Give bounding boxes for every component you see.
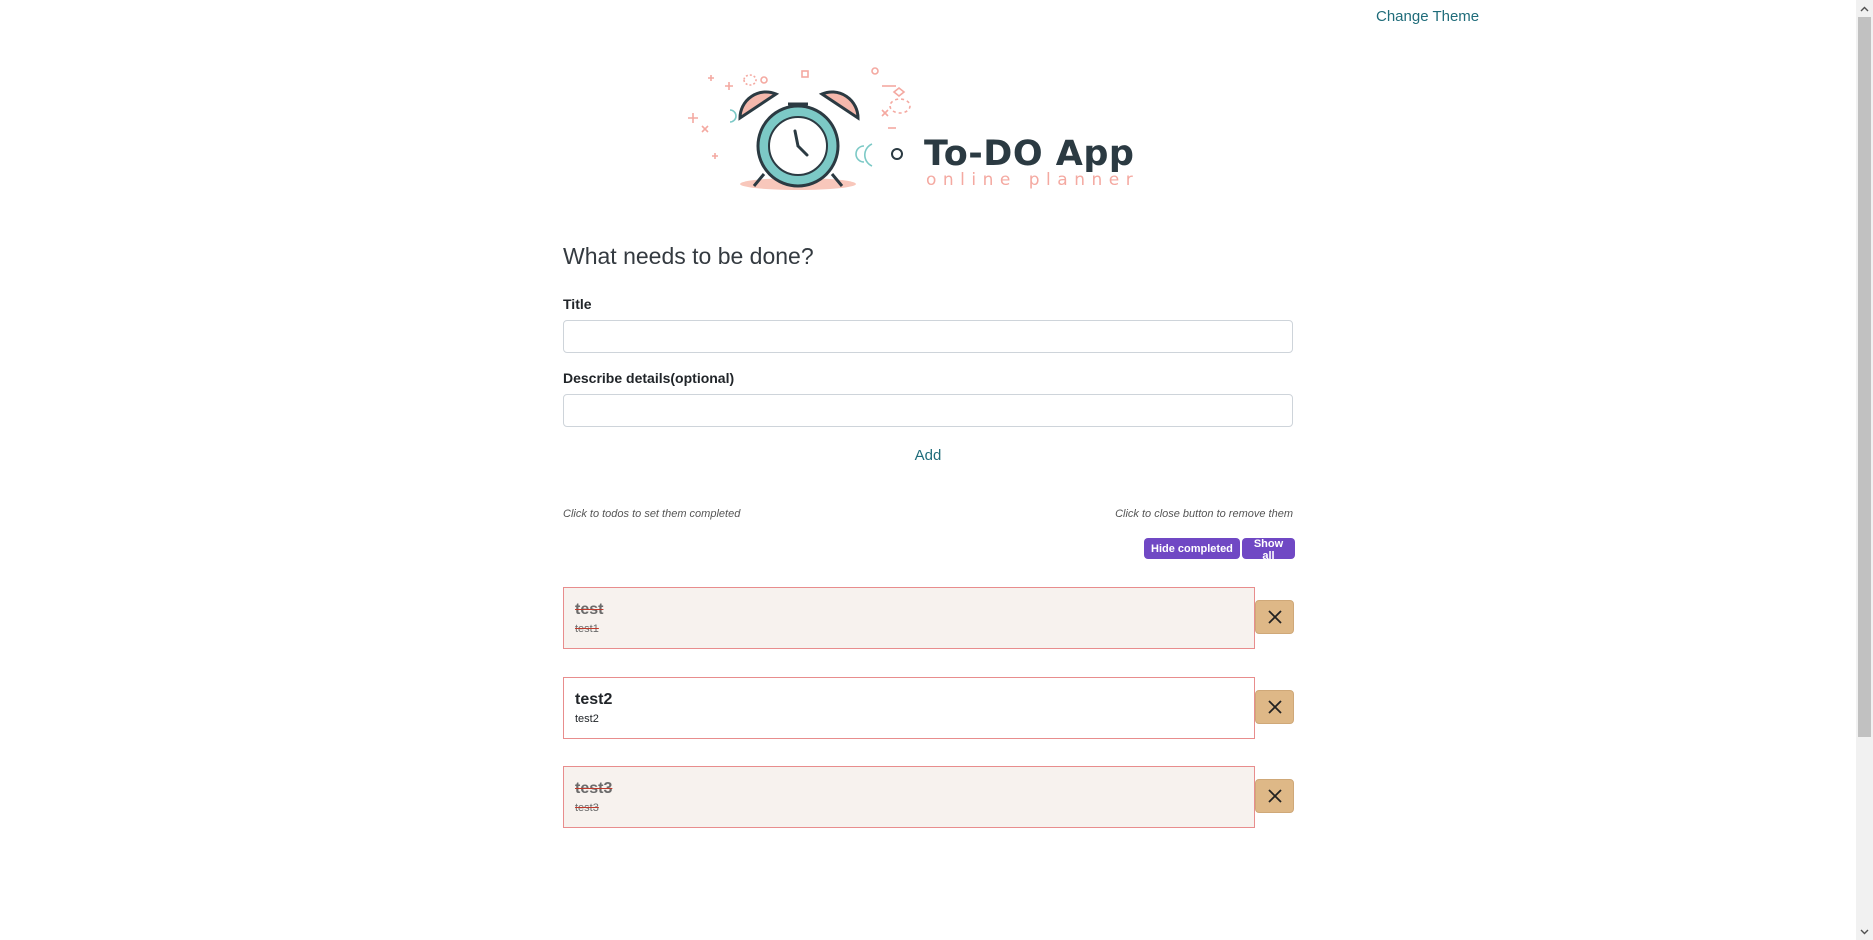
scroll-down-icon[interactable] bbox=[1856, 923, 1873, 940]
todo-description: test3 bbox=[575, 802, 599, 814]
todo-item[interactable]: test test1 bbox=[563, 587, 1255, 649]
add-button[interactable]: Add bbox=[895, 447, 961, 464]
hint-complete: Click to todos to set them completed bbox=[563, 508, 741, 520]
todo-item[interactable]: test3 test3 bbox=[563, 766, 1255, 828]
details-label: Describe details(optional) bbox=[563, 370, 735, 386]
scrollbar-thumb[interactable] bbox=[1858, 17, 1871, 737]
todo-item[interactable]: test2 test2 bbox=[563, 677, 1255, 739]
page: Change Theme To-DO App online planner Wh… bbox=[0, 0, 1873, 940]
todo-title: test2 bbox=[575, 691, 613, 708]
todo-description: test1 bbox=[575, 623, 599, 635]
logo-title: To-DO App bbox=[924, 134, 1135, 174]
app-logo: To-DO App online planner bbox=[672, 66, 1202, 196]
todo-title: test3 bbox=[575, 780, 613, 797]
title-input[interactable] bbox=[563, 320, 1293, 353]
close-icon bbox=[1267, 610, 1282, 624]
todo-description: test2 bbox=[575, 713, 599, 725]
scroll-up-icon[interactable] bbox=[1856, 0, 1873, 17]
title-label: Title bbox=[563, 296, 592, 312]
alarm-clock-icon bbox=[688, 67, 911, 190]
change-theme-link[interactable]: Change Theme bbox=[1376, 8, 1479, 25]
hint-remove: Click to close button to remove them bbox=[1115, 508, 1293, 520]
form-heading: What needs to be done? bbox=[563, 243, 814, 269]
hide-completed-button[interactable]: Hide completed bbox=[1144, 538, 1240, 559]
logo-subtitle: online planner bbox=[926, 170, 1140, 190]
remove-todo-button[interactable] bbox=[1255, 600, 1294, 634]
show-all-button[interactable]: Show all bbox=[1242, 538, 1295, 562]
close-icon bbox=[1267, 700, 1282, 714]
vertical-scrollbar[interactable] bbox=[1856, 0, 1873, 940]
remove-todo-button[interactable] bbox=[1255, 779, 1294, 813]
todo-title: test bbox=[575, 601, 604, 618]
close-icon bbox=[1267, 789, 1282, 803]
remove-todo-button[interactable] bbox=[1255, 690, 1294, 724]
details-input[interactable] bbox=[563, 394, 1293, 427]
